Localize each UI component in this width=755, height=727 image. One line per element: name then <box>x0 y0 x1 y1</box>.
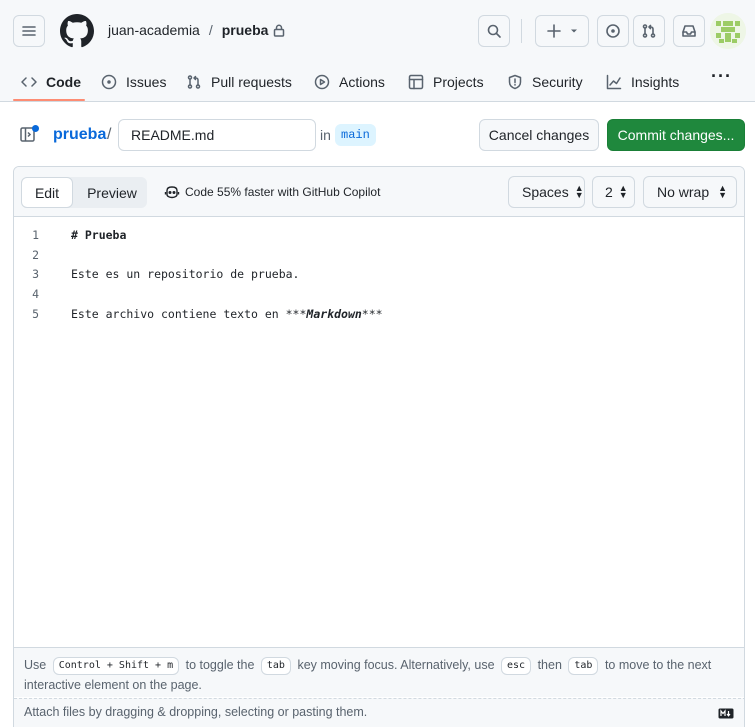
tab-code[interactable]: Code <box>21 62 81 102</box>
select-arrows-icon: ▲ ▼ <box>574 183 584 200</box>
header-divider <box>521 19 522 43</box>
create-new-button[interactable] <box>535 15 589 47</box>
repo-name-link[interactable]: prueba <box>222 22 269 38</box>
line-text[interactable]: Este archivo contiene texto en ***Markdo… <box>71 304 383 324</box>
top-bar: juan-academia / prueba <box>0 0 755 62</box>
markdown-icon <box>718 708 734 719</box>
triangle-down-icon <box>571 29 577 33</box>
tab-preview[interactable]: Preview <box>77 177 147 208</box>
tab-security-label: Security <box>532 74 583 90</box>
tab-actions-label: Actions <box>339 74 385 90</box>
code-line: 2 <box>14 245 744 265</box>
tab-insights[interactable]: Insights <box>606 62 679 102</box>
plus-icon <box>547 24 561 38</box>
line-number: 3 <box>32 267 39 281</box>
search-icon <box>487 24 501 38</box>
tab-edit[interactable]: Edit <box>21 177 73 208</box>
code-area[interactable]: 1 # Prueba 2 3 Este es un repositorio de… <box>14 218 744 648</box>
line-number: 5 <box>32 307 39 321</box>
indent-size-select[interactable]: 2 ▲ ▼ <box>592 176 635 208</box>
wrap-mode-value: No wrap <box>657 184 710 200</box>
repo-nav: Code Issues Pull requests Actions Projec… <box>0 62 755 102</box>
tab-issues[interactable]: Issues <box>101 62 166 102</box>
search-button[interactable] <box>478 15 510 47</box>
keyboard-hint: Use Control + Shift + m to toggle the ta… <box>14 647 744 697</box>
repo-root-link[interactable]: prueba <box>53 126 106 144</box>
attach-files-area[interactable]: Attach files by dragging & dropping, sel… <box>14 698 744 727</box>
tab-pull-requests[interactable]: Pull requests <box>186 62 292 102</box>
tab-projects-label: Projects <box>433 74 484 90</box>
identicon-icon <box>710 13 746 49</box>
line-text[interactable]: # Prueba <box>71 225 126 245</box>
editor-toolbar: Edit Preview Code 55% faster with GitHub… <box>14 167 744 217</box>
branch-badge: main <box>335 124 376 146</box>
tab-insights-label: Insights <box>631 74 680 90</box>
kbd-esc: esc <box>501 657 532 675</box>
line-number: 4 <box>32 287 39 301</box>
tab-actions[interactable]: Actions <box>314 62 385 102</box>
line-number: 2 <box>32 248 39 262</box>
issue-opened-icon <box>606 24 620 38</box>
issue-icon <box>101 74 117 90</box>
tab-projects[interactable]: Projects <box>408 62 484 102</box>
sidebar-toggle-icon[interactable] <box>20 125 40 143</box>
shield-icon <box>508 74 522 90</box>
copilot-promo[interactable]: Code 55% faster with GitHub Copilot <box>164 184 380 200</box>
git-pull-request-icon <box>642 24 656 38</box>
play-icon <box>314 74 330 90</box>
tab-security[interactable]: Security <box>507 62 583 102</box>
select-arrows-icon: ▲ ▼ <box>618 183 628 200</box>
commit-changes-button[interactable]: Commit changes... <box>607 119 745 151</box>
tab-pull-requests-label: Pull requests <box>211 74 292 90</box>
repo-breadcrumb: juan-academia / prueba <box>108 22 285 38</box>
breadcrumb-separator: / <box>208 22 213 38</box>
file-editor: Edit Preview Code 55% faster with GitHub… <box>13 166 745 727</box>
line-text[interactable]: Este es un repositorio de prueba. <box>71 264 299 284</box>
indent-mode-select[interactable]: Spaces ▲ ▼ <box>508 176 585 208</box>
tab-code-label: Code <box>46 74 81 90</box>
path-separator: / <box>107 126 112 143</box>
graph-icon <box>606 74 622 90</box>
active-tab-underline <box>13 99 85 101</box>
kbd-toggle-combo: Control + Shift + m <box>52 657 180 675</box>
indent-mode-value: Spaces <box>522 184 569 200</box>
table-icon <box>408 74 424 90</box>
cancel-changes-button[interactable]: Cancel changes <box>479 119 599 151</box>
pull-request-icon <box>187 75 201 89</box>
inbox-icon <box>682 25 696 37</box>
tab-issues-label: Issues <box>126 74 167 90</box>
edit-preview-toggle: Edit Preview <box>21 177 147 208</box>
in-label: in <box>320 127 331 143</box>
code-line: 1 # Prueba <box>14 225 744 245</box>
indent-size-value: 2 <box>605 184 613 200</box>
lock-icon <box>274 24 285 37</box>
attach-files-text: Attach files by dragging & dropping, sel… <box>24 705 368 719</box>
copilot-icon <box>164 186 180 199</box>
owner-link[interactable]: juan-academia <box>108 22 200 38</box>
wrap-mode-select[interactable]: No wrap ▲ ▼ <box>643 176 737 208</box>
copilot-text: Code 55% faster with GitHub Copilot <box>185 185 381 199</box>
github-logo-icon[interactable] <box>60 14 94 48</box>
code-line: 5 Este archivo contiene texto en ***Mark… <box>14 304 744 324</box>
issues-button[interactable] <box>597 15 629 47</box>
kbd-tab: tab <box>260 657 291 675</box>
app-header: juan-academia / prueba Code Issues Pull … <box>0 0 755 102</box>
inbox-button[interactable] <box>673 15 705 47</box>
line-number: 1 <box>32 228 39 242</box>
code-icon <box>21 77 37 87</box>
more-tabs-button[interactable]: ··· <box>711 66 732 87</box>
code-line: 4 <box>14 284 744 304</box>
menu-button[interactable] <box>13 15 45 47</box>
code-line: 3 Este es un repositorio de prueba. <box>14 264 744 284</box>
user-avatar[interactable] <box>710 13 746 49</box>
pull-requests-button[interactable] <box>633 15 665 47</box>
hamburger-icon <box>22 26 36 36</box>
filename-input[interactable] <box>118 119 316 151</box>
select-arrows-icon: ▲ ▼ <box>718 183 727 200</box>
kbd-tab-2: tab <box>568 657 599 675</box>
